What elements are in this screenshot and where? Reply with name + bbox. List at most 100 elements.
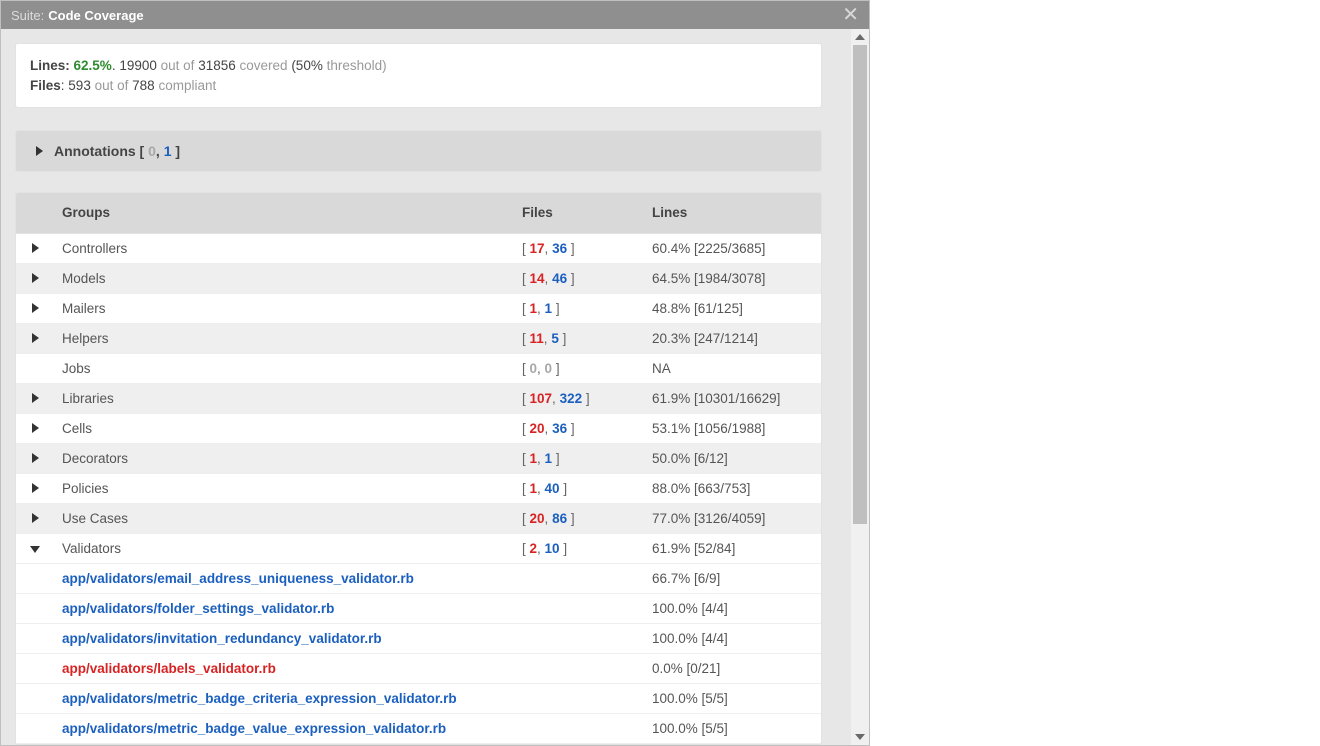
group-name: Mailers <box>54 293 514 323</box>
group-files: [ 0, 0 ] <box>514 353 644 383</box>
chevron-right-icon <box>32 333 39 343</box>
file-row: app/validators/invitation_redundancy_val… <box>16 623 821 653</box>
group-lines: 48.8% [61/125] <box>644 293 821 323</box>
expand-toggle[interactable] <box>16 263 54 293</box>
expand-toggle[interactable] <box>16 323 54 353</box>
group-name: Jobs <box>54 353 514 383</box>
group-row[interactable]: Policies[ 1, 40 ]88.0% [663/753] <box>16 473 821 503</box>
file-path[interactable]: app/validators/folder_settings_validator… <box>54 593 514 623</box>
header-lines: Lines <box>644 193 821 233</box>
group-lines: 20.3% [247/1214] <box>644 323 821 353</box>
file-lines: 100.0% [4/4] <box>644 623 821 653</box>
chevron-down-icon <box>30 546 40 553</box>
group-name: Controllers <box>54 233 514 263</box>
file-path[interactable]: app/validators/labels_validator.rb <box>54 653 514 683</box>
file-row: app/validators/email_address_uniqueness_… <box>16 563 821 593</box>
expand-toggle[interactable] <box>16 533 54 563</box>
file-lines: 0.0% [0/21] <box>644 653 821 683</box>
group-name: Cells <box>54 413 514 443</box>
scroll-up-button[interactable] <box>851 29 869 45</box>
group-name: Use Cases <box>54 503 514 533</box>
group-row[interactable]: Models[ 14, 46 ]64.5% [1984/3078] <box>16 263 821 293</box>
group-row[interactable]: Use Cases[ 20, 86 ]77.0% [3126/4059] <box>16 503 821 533</box>
vertical-scrollbar[interactable] <box>851 29 869 745</box>
expand-toggle[interactable] <box>16 503 54 533</box>
chevron-right-icon <box>32 513 39 523</box>
file-row: app/validators/folder_settings_validator… <box>16 593 821 623</box>
group-lines: 77.0% [3126/4059] <box>644 503 821 533</box>
annotations-expand-icon[interactable] <box>24 146 54 156</box>
chevron-right-icon <box>32 423 39 433</box>
chevron-down-icon <box>855 734 865 740</box>
expand-toggle[interactable] <box>16 293 54 323</box>
chevron-right-icon <box>32 393 39 403</box>
file-lines: 100.0% [5/5] <box>644 713 821 743</box>
group-row[interactable]: Libraries[ 107, 322 ]61.9% [10301/16629] <box>16 383 821 413</box>
content: Lines: 62.5%. 19900 out of 31856 covered… <box>1 29 869 745</box>
file-path[interactable]: app/validators/email_address_uniqueness_… <box>54 563 514 593</box>
group-row[interactable]: Jobs[ 0, 0 ]NA <box>16 353 821 383</box>
groups-header-row: Groups Files Lines <box>16 193 821 233</box>
expand-toggle[interactable] <box>16 233 54 263</box>
group-row[interactable]: Validators[ 2, 10 ]61.9% [52/84] <box>16 533 821 563</box>
group-files: [ 20, 86 ] <box>514 503 644 533</box>
file-row: app/validators/labels_validator.rb 0.0% [… <box>16 653 821 683</box>
group-files: [ 20, 36 ] <box>514 413 644 443</box>
file-lines: 100.0% [5/5] <box>644 683 821 713</box>
scroll-area[interactable]: Lines: 62.5%. 19900 out of 31856 covered… <box>1 29 836 745</box>
group-name: Helpers <box>54 323 514 353</box>
group-row[interactable]: Controllers[ 17, 36 ]60.4% [2225/3685] <box>16 233 821 263</box>
annotations-header[interactable]: Annotations [ 0, 1 ] <box>16 131 821 171</box>
chevron-right-icon <box>32 273 39 283</box>
summary-lines: Lines: 62.5%. 19900 out of 31856 covered… <box>30 56 807 76</box>
group-name: Decorators <box>54 443 514 473</box>
expand-toggle[interactable] <box>16 383 54 413</box>
group-lines: 50.0% [6/12] <box>644 443 821 473</box>
chevron-right-icon <box>32 303 39 313</box>
file-row: app/validators/metric_badge_value_expres… <box>16 713 821 743</box>
chevron-right-icon <box>32 483 39 493</box>
expand-toggle[interactable] <box>16 443 54 473</box>
group-files: [ 2, 10 ] <box>514 533 644 563</box>
group-files: [ 1, 1 ] <box>514 293 644 323</box>
file-path[interactable]: app/validators/invitation_redundancy_val… <box>54 623 514 653</box>
summary-card: Lines: 62.5%. 19900 out of 31856 covered… <box>15 43 822 108</box>
scroll-thumb[interactable] <box>853 45 867 524</box>
scroll-track[interactable] <box>851 45 869 729</box>
group-files: [ 1, 40 ] <box>514 473 644 503</box>
title-text: Suite: Code Coverage <box>11 8 144 23</box>
group-row[interactable]: Cells[ 20, 36 ]53.1% [1056/1988] <box>16 413 821 443</box>
file-lines: 100.0% [4/4] <box>644 593 821 623</box>
group-name: Models <box>54 263 514 293</box>
group-name: Policies <box>54 473 514 503</box>
expand-toggle[interactable] <box>16 473 54 503</box>
group-row[interactable]: Helpers[ 11, 5 ]20.3% [247/1214] <box>16 323 821 353</box>
chevron-right-icon <box>32 243 39 253</box>
file-row: app/validators/metric_badge_criteria_exp… <box>16 683 821 713</box>
expand-toggle[interactable] <box>16 413 54 443</box>
group-lines: 53.1% [1056/1988] <box>644 413 821 443</box>
group-files: [ 107, 322 ] <box>514 383 644 413</box>
file-path[interactable]: app/validators/metric_badge_criteria_exp… <box>54 683 514 713</box>
header-groups: Groups <box>54 193 514 233</box>
group-row[interactable]: Mailers[ 1, 1 ]48.8% [61/125] <box>16 293 821 323</box>
group-row[interactable]: Decorators[ 1, 1 ]50.0% [6/12] <box>16 443 821 473</box>
scroll-down-button[interactable] <box>851 729 869 745</box>
group-lines: 61.9% [52/84] <box>644 533 821 563</box>
header-files: Files <box>514 193 644 233</box>
titlebar: Suite: Code Coverage ✕ <box>1 1 869 29</box>
group-files: [ 1, 1 ] <box>514 443 644 473</box>
group-lines: 88.0% [663/753] <box>644 473 821 503</box>
group-name: Libraries <box>54 383 514 413</box>
file-lines: 66.7% [6/9] <box>644 563 821 593</box>
group-name: Validators <box>54 533 514 563</box>
annotations-section: Annotations [ 0, 1 ] <box>15 130 822 172</box>
group-lines: NA <box>644 353 821 383</box>
file-path[interactable]: app/validators/metric_badge_value_expres… <box>54 713 514 743</box>
groups-table: Groups Files Lines Controllers[ 17, 36 ]… <box>16 193 821 744</box>
group-files: [ 17, 36 ] <box>514 233 644 263</box>
group-files: [ 11, 5 ] <box>514 323 644 353</box>
close-icon[interactable]: ✕ <box>842 5 859 25</box>
summary-files: Files: 593 out of 788 compliant <box>30 76 807 96</box>
expand-toggle <box>16 353 54 383</box>
